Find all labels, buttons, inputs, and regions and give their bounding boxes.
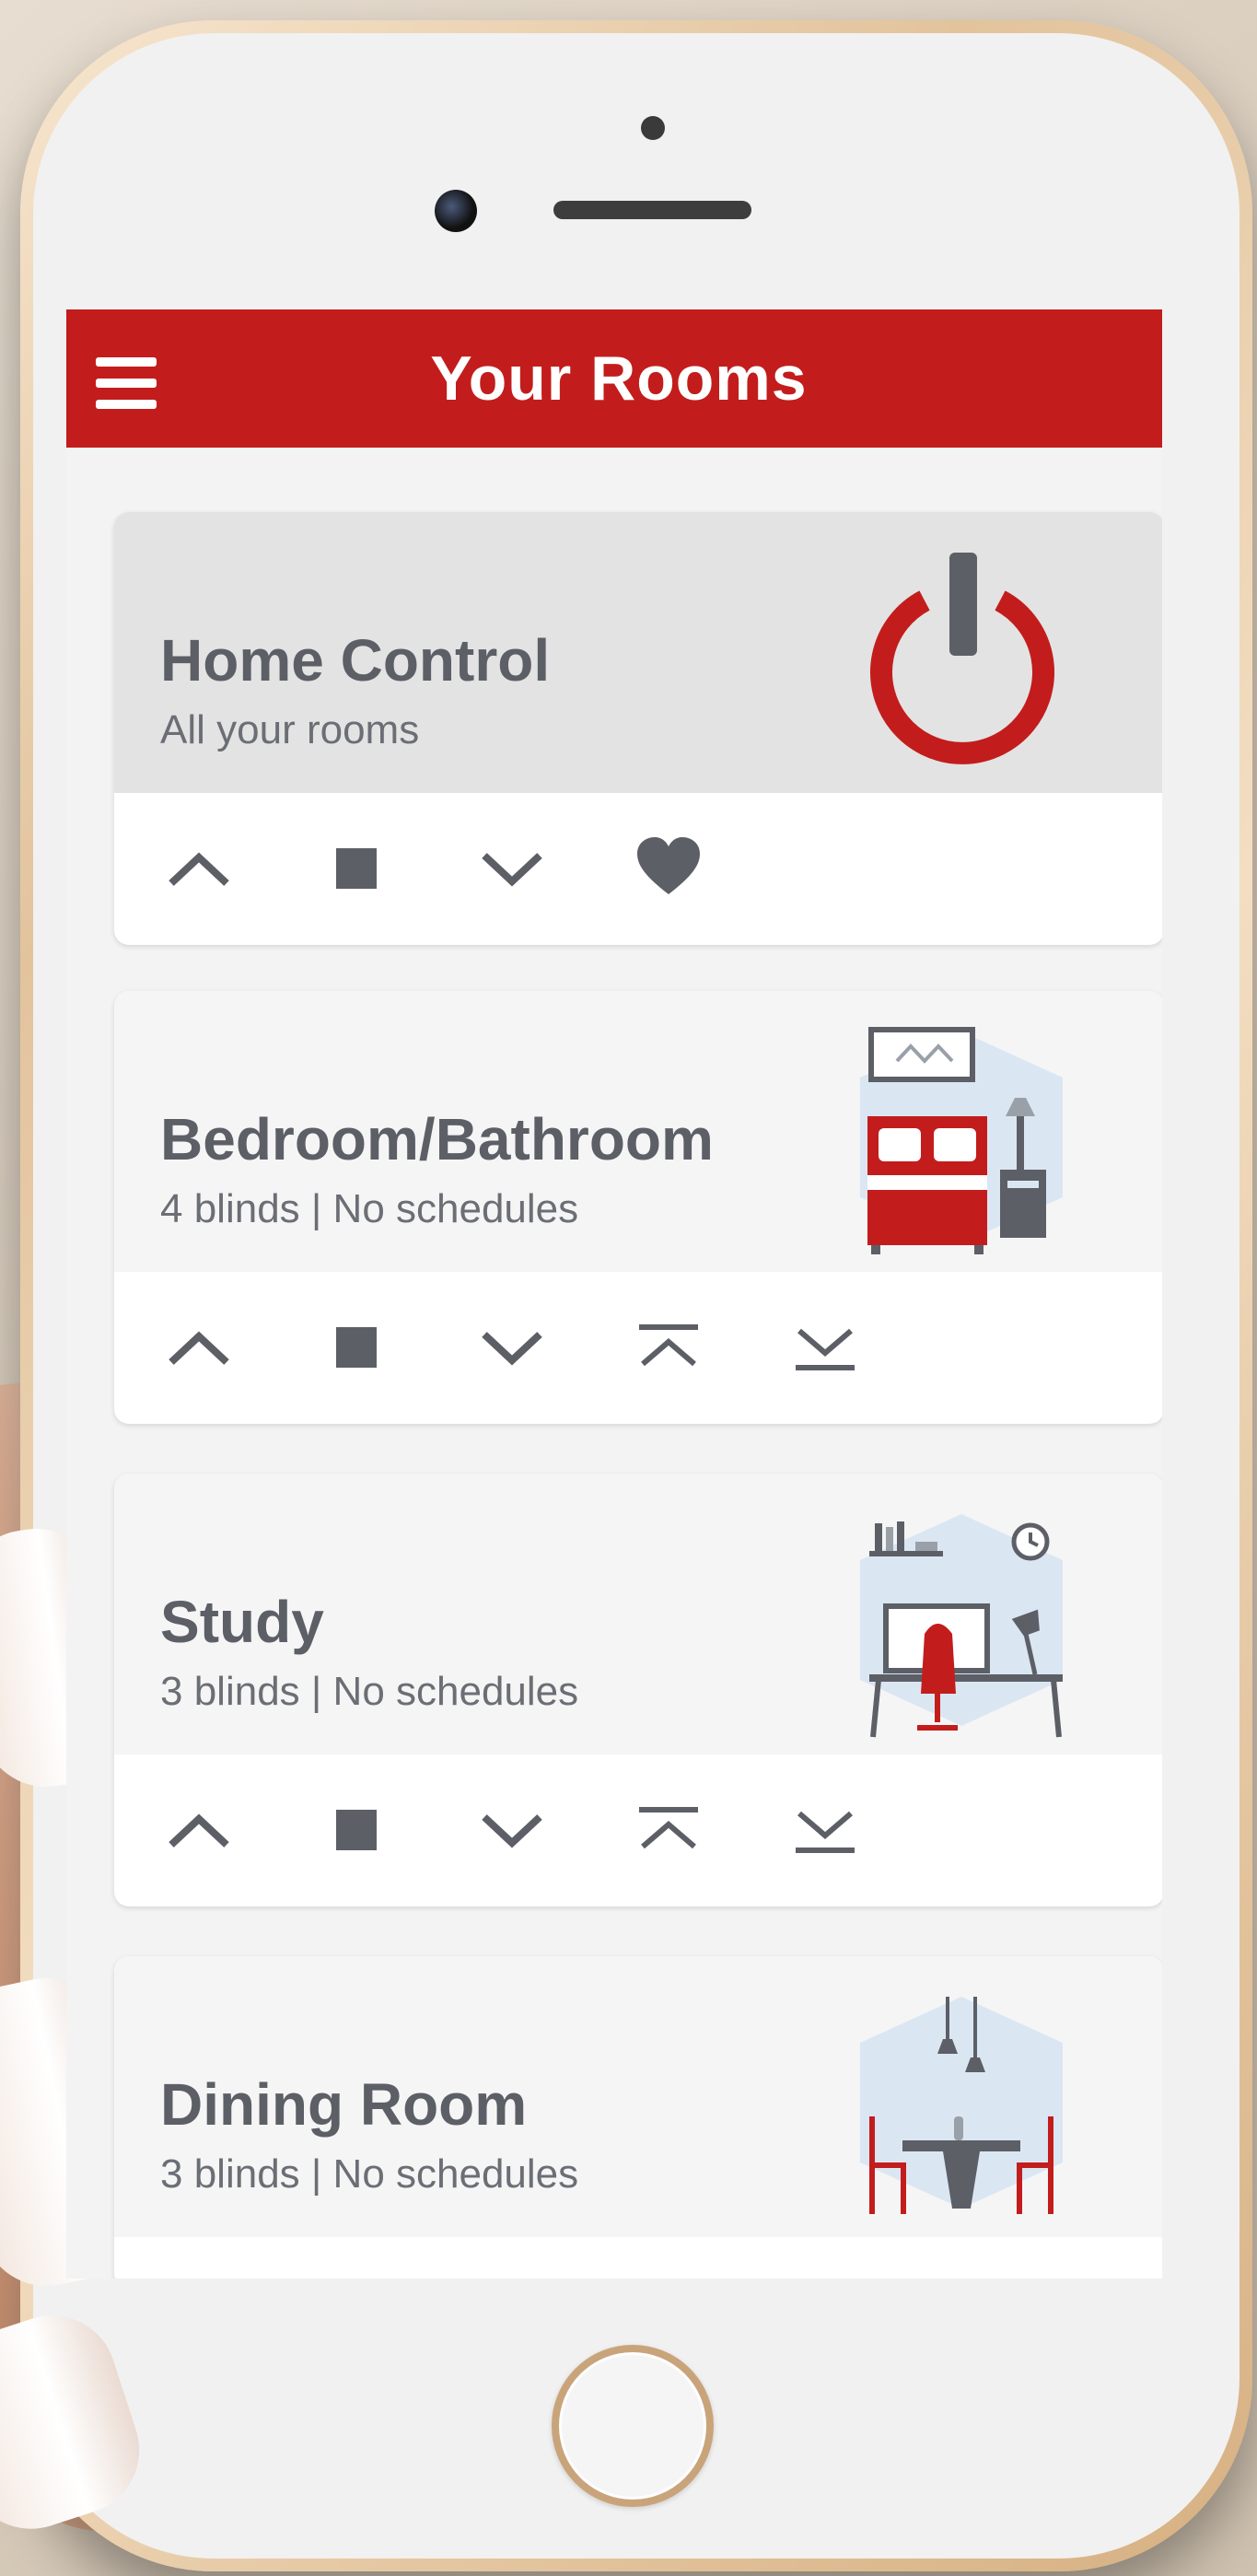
chevron-up-icon[interactable] <box>162 1793 236 1867</box>
blind-controls <box>114 1754 1162 1906</box>
earpiece-speaker <box>553 201 751 219</box>
room-title: Study <box>160 1589 324 1655</box>
room-subtitle: 3 blinds | No schedules <box>160 2151 579 2197</box>
app-screen: Your Rooms Home Control All your rooms B… <box>66 309 1162 2279</box>
fully-close-icon[interactable] <box>788 1311 862 1384</box>
chevron-down-icon[interactable] <box>475 1793 549 1867</box>
room-subtitle: 4 blinds | No schedules <box>160 1186 579 1231</box>
stop-icon[interactable] <box>319 1311 392 1384</box>
room-card-dining-room[interactable]: Dining Room 3 blinds | No schedules <box>114 1956 1162 2279</box>
stop-icon[interactable] <box>319 1793 392 1867</box>
room-title: Dining Room <box>160 2071 528 2138</box>
room-title: Bedroom/Bathroom <box>160 1106 714 1172</box>
chevron-up-icon[interactable] <box>162 832 236 905</box>
room-card-study[interactable]: Study 3 blinds | No schedules <box>114 1474 1162 1906</box>
fully-close-icon[interactable] <box>788 1793 862 1867</box>
proximity-sensor <box>641 116 665 140</box>
power-icon[interactable] <box>842 534 1081 778</box>
stop-icon[interactable] <box>319 832 392 905</box>
study-illustration-icon <box>842 1496 1081 1740</box>
chevron-down-icon[interactable] <box>475 1311 549 1384</box>
front-camera <box>435 190 477 232</box>
dining-room-illustration-icon <box>842 1978 1081 2222</box>
room-card-bedroom-bathroom[interactable]: Bedroom/Bathroom 4 blinds | No schedules <box>114 991 1162 1424</box>
heart-icon[interactable] <box>632 832 705 905</box>
blind-controls <box>114 793 1162 945</box>
bedroom-illustration-icon <box>842 1013 1081 1257</box>
room-subtitle: All your rooms <box>160 707 420 752</box>
room-subtitle: 3 blinds | No schedules <box>160 1669 579 1714</box>
app-header: Your Rooms <box>66 309 1162 448</box>
blind-controls <box>114 1272 1162 1424</box>
room-card-home-control[interactable]: Home Control All your rooms <box>114 512 1162 945</box>
room-title: Home Control <box>160 627 551 694</box>
fully-open-icon[interactable] <box>632 1311 705 1384</box>
chevron-down-icon[interactable] <box>475 832 549 905</box>
chevron-up-icon[interactable] <box>162 1311 236 1384</box>
page-title: Your Rooms <box>430 344 808 414</box>
fully-open-icon[interactable] <box>632 1793 705 1867</box>
home-button[interactable] <box>552 2345 714 2507</box>
